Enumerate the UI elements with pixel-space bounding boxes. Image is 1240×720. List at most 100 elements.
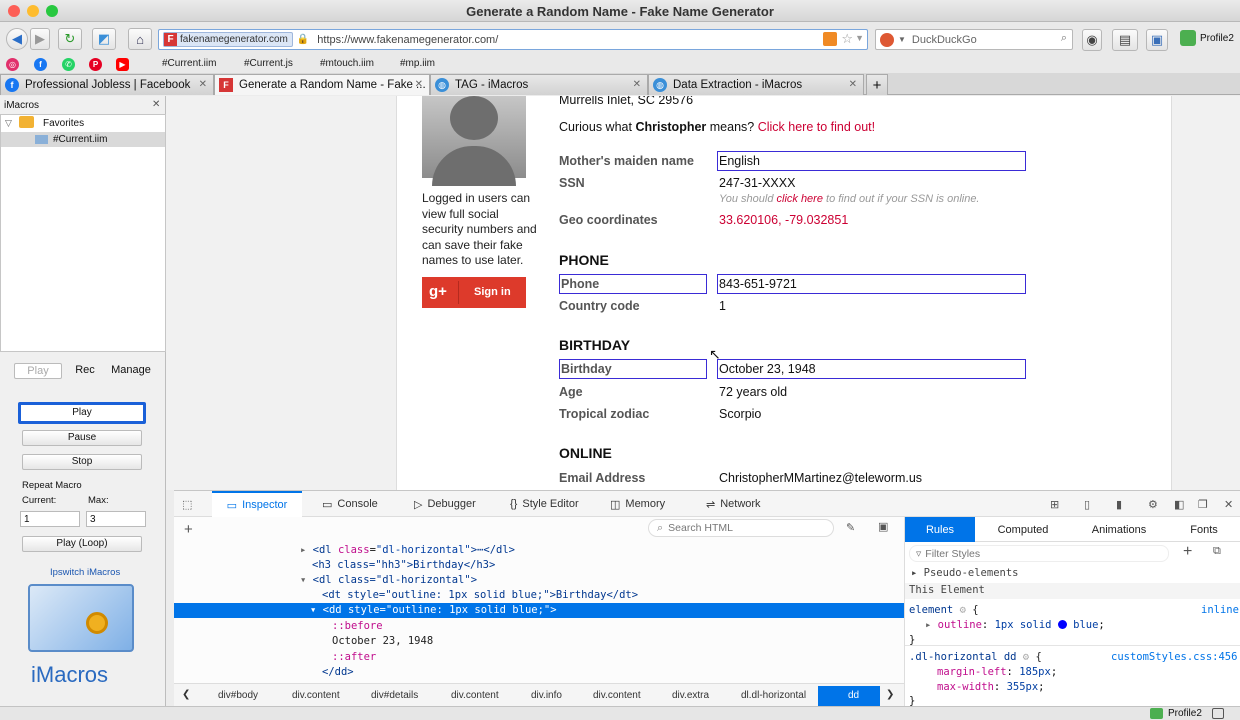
tab-network[interactable]: ⇌ Network <box>706 491 761 517</box>
bookmark-mtouch-iim[interactable]: #mtouch.iim <box>320 58 374 69</box>
profile-menu[interactable]: Profile2 <box>1180 30 1234 46</box>
url-bar[interactable]: F fakenamegenerator.com 🔒 https://www.fa… <box>158 29 868 50</box>
reload-button[interactable]: ↻ <box>58 28 82 50</box>
bookmark-current-js[interactable]: #Current.js <box>244 58 293 69</box>
markup-node-selected[interactable]: ▾ <dd style="outline: 1px solid blue;"> <box>310 604 557 616</box>
tab-rec-mode[interactable]: Rec <box>62 363 108 379</box>
breadcrumb-item[interactable]: div#details <box>371 690 418 701</box>
toggle-sidebar-icon[interactable]: ▣ <box>878 520 888 533</box>
toggle-classes-icon[interactable]: ⧉ <box>1213 545 1221 558</box>
breadcrumb-item[interactable]: div.extra <box>672 690 709 701</box>
instagram-icon[interactable]: ◎ <box>6 58 19 71</box>
rule-options-icon[interactable]: ⚙ <box>960 604 966 616</box>
dropdown-arrow-icon[interactable]: ▼ <box>855 33 864 43</box>
close-sidebar-icon[interactable]: ✕ <box>152 99 160 110</box>
markup-text-node[interactable]: October 23, 1948 <box>332 635 433 647</box>
tab-data-extraction[interactable]: ◍ Data Extraction - iMacros ✕ <box>648 74 864 95</box>
youtube-icon[interactable]: ▶ <box>116 58 129 71</box>
account-button[interactable]: ◉ <box>1082 29 1102 51</box>
rule-source[interactable]: inline <box>1201 604 1239 616</box>
tab-tag-imacros[interactable]: ◍ TAG - iMacros ✕ <box>430 74 648 95</box>
markup-pseudo[interactable]: ::after <box>332 651 376 663</box>
tab-fake-name-generator[interactable]: F Generate a Random Name - Fake ... ✕ <box>214 74 430 95</box>
markup-node[interactable]: ▾ <dl class="dl-horizontal"> <box>300 574 477 586</box>
screenshot-button[interactable]: ▣ <box>1146 29 1168 51</box>
search-input[interactable]: DuckDuckGo <box>912 34 977 46</box>
back-button[interactable]: ◀ <box>6 28 28 50</box>
breadcrumb-left-icon[interactable]: ❮ <box>182 689 190 700</box>
add-rule-icon[interactable]: + <box>1183 543 1192 561</box>
tab-facebook[interactable]: f Professional Jobless | Facebook ✕ <box>0 74 214 95</box>
play-button[interactable]: Play <box>18 402 146 424</box>
tab-play-mode[interactable]: Play <box>14 363 62 379</box>
tab-fonts[interactable]: Fonts <box>1167 517 1240 542</box>
tab-animations[interactable]: Animations <box>1071 517 1167 542</box>
new-tab-button[interactable]: + <box>866 74 888 95</box>
breadcrumb-item[interactable]: div.info <box>531 690 562 701</box>
layout-toggle-icon[interactable]: ⊞ <box>1050 491 1059 517</box>
current-input[interactable]: 1 <box>20 511 80 527</box>
tab-console[interactable]: ▭ Console <box>322 491 378 517</box>
pseudo-elements-toggle[interactable]: ▸ Pseudo-elements <box>911 567 1018 579</box>
ipswitch-link[interactable]: Ipswitch iMacros <box>50 567 120 578</box>
bookmark-mp-iim[interactable]: #mp.iim <box>400 58 435 69</box>
tab-memory[interactable]: ◫ Memory <box>610 491 665 517</box>
tab-debugger[interactable]: ▷ Debugger <box>414 491 476 517</box>
stop-button[interactable]: Stop <box>22 454 142 470</box>
add-node-icon[interactable]: + <box>184 521 193 538</box>
rule-source[interactable]: customStyles.css:456 <box>1111 651 1237 663</box>
facebook-icon[interactable]: f <box>34 58 47 71</box>
breadcrumb-item[interactable]: div.content <box>451 690 499 701</box>
resize-grip-icon[interactable] <box>1212 708 1224 719</box>
google-plus-signin-button[interactable]: g+ Sign in <box>422 277 526 308</box>
expand-arrow-icon[interactable]: ▸ <box>300 544 313 556</box>
close-tab-icon[interactable]: ✕ <box>415 79 423 90</box>
tab-rules[interactable]: Rules <box>905 517 975 542</box>
rule-options-icon[interactable]: ⚙ <box>1023 651 1029 663</box>
favorites-folder[interactable]: Favorites <box>43 118 84 129</box>
url-text[interactable]: https://www.fakenamegenerator.com/ <box>317 34 498 46</box>
play-loop-button[interactable]: Play (Loop) <box>22 536 142 552</box>
downloads-button[interactable]: ▤ <box>1112 29 1138 51</box>
collapse-arrow-icon[interactable]: ▾ <box>310 604 323 616</box>
home-button[interactable]: ⌂ <box>128 28 152 50</box>
imacros-toolbar-button[interactable]: ◩ <box>92 28 116 50</box>
markup-node[interactable]: <h3 class="hh3">Birthday</h3> <box>312 559 495 571</box>
close-tab-icon[interactable]: ✕ <box>849 79 857 90</box>
expand-arrow-icon[interactable]: ▸ <box>925 619 938 631</box>
tree-item-current[interactable]: #Current.iim <box>1 132 165 147</box>
pause-button[interactable]: Pause <box>22 430 142 446</box>
ssn-check-link[interactable]: click here <box>777 193 823 205</box>
markup-node[interactable]: ▸ <dl class="dl-horizontal">⋯</dl> <box>300 544 515 556</box>
breadcrumb-item[interactable]: dl.dl-horizontal <box>741 690 806 701</box>
tab-computed[interactable]: Computed <box>975 517 1071 542</box>
pinterest-icon[interactable]: P <box>89 58 102 71</box>
whatsapp-icon[interactable]: ✆ <box>62 58 75 71</box>
markup-pseudo[interactable]: ::before <box>332 620 383 632</box>
status-profile-label[interactable]: Profile2 <box>1168 708 1202 719</box>
tab-style-editor[interactable]: {} Style Editor <box>510 491 579 517</box>
split-console-icon[interactable]: ▯ <box>1084 491 1090 517</box>
color-swatch-icon[interactable] <box>1057 620 1067 629</box>
rule-declaration[interactable]: margin-left: 185px; <box>937 666 1057 678</box>
eyedropper-icon[interactable]: ✎ <box>846 521 855 534</box>
settings-gear-icon[interactable]: ⚙ <box>1148 491 1158 517</box>
breadcrumb-item[interactable]: div.content <box>292 690 340 701</box>
search-bar[interactable]: ▼ DuckDuckGo ⌕ <box>875 29 1073 50</box>
filter-styles-input[interactable]: ▿ Filter Styles <box>909 545 1169 562</box>
breadcrumb-item[interactable]: div#body <box>218 690 258 701</box>
close-devtools-icon[interactable]: ✕ <box>1224 491 1233 517</box>
forward-button[interactable]: ▶ <box>30 28 50 50</box>
collapse-arrow-icon[interactable]: ▾ <box>300 574 313 586</box>
geo-link[interactable]: 33.620106, -79.032851 <box>719 213 848 227</box>
search-icon[interactable]: ⌕ <box>1061 32 1067 45</box>
rule-declaration[interactable]: ▸ outline: 1px solid blue; <box>925 619 1105 631</box>
responsive-mode-icon[interactable]: ▮ <box>1116 491 1122 517</box>
bookmark-star-icon[interactable]: ☆ <box>841 31 853 47</box>
close-tab-icon[interactable]: ✕ <box>633 79 641 90</box>
search-engine-dropdown-icon[interactable]: ▼ <box>898 35 906 44</box>
bookmark-current-iim[interactable]: #Current.iim <box>162 58 216 69</box>
max-input[interactable]: 3 <box>86 511 146 527</box>
undock-icon[interactable]: ❐ <box>1198 491 1208 517</box>
element-picker-icon[interactable]: ⬚ <box>182 491 202 517</box>
